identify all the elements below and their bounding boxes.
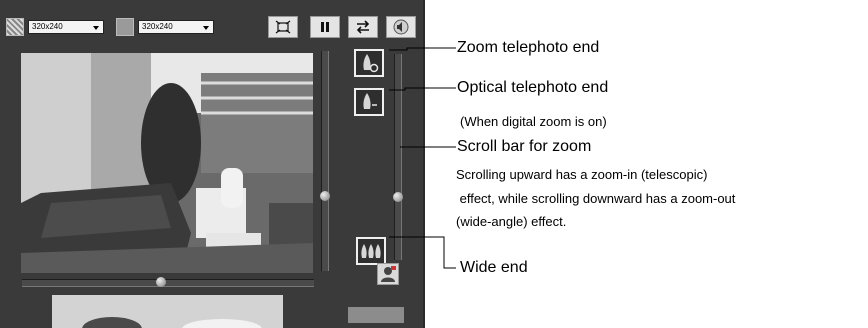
scroll-description-line-1: Scrolling upward has a zoom-in (telescop… bbox=[456, 167, 708, 182]
scroll-bar-callout: Scroll bar for zoom bbox=[457, 138, 592, 155]
scroll-description-line-3: (wide-angle) effect. bbox=[456, 214, 567, 229]
digital-zoom-note: (When digital zoom is on) bbox=[460, 114, 607, 129]
zoom-telephoto-callout: Zoom telephoto end bbox=[457, 39, 600, 56]
callout-lines bbox=[389, 47, 456, 269]
scroll-description-line-2: effect, while scrolling downward has a z… bbox=[456, 191, 736, 206]
optical-telephoto-callout: Optical telephoto end bbox=[457, 79, 609, 96]
wide-end-callout: Wide end bbox=[460, 259, 528, 276]
